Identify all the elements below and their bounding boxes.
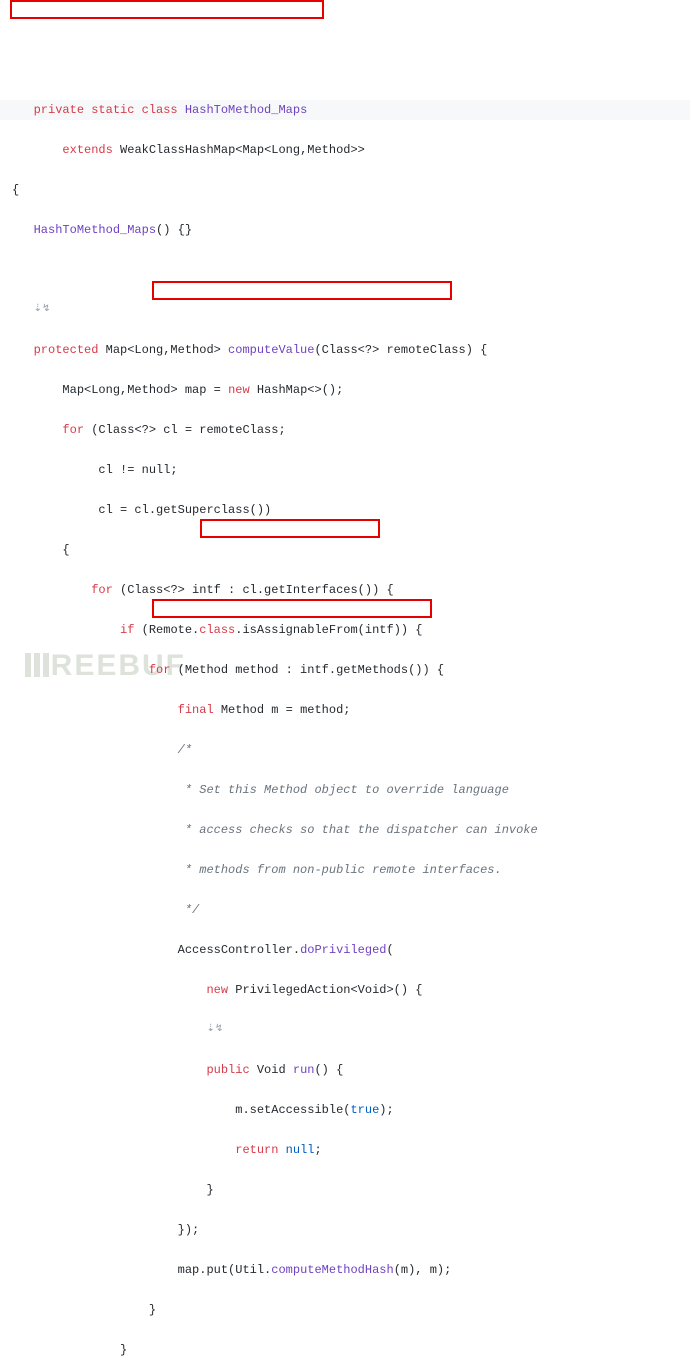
code-line: * Set this Method object to override lan…: [0, 780, 690, 800]
code-line: Map<Long,Method> map = new HashMap<>();: [0, 380, 690, 400]
code-line: for (Method method : intf.getMethods()) …: [0, 660, 690, 680]
keyword: final: [178, 703, 214, 717]
text: );: [379, 1103, 393, 1117]
code-line: });: [0, 1220, 690, 1240]
class-name: HashToMethod_Maps: [185, 103, 307, 117]
code-line: final Method m = method;: [0, 700, 690, 720]
var: map: [185, 383, 207, 397]
text: () {}: [156, 223, 192, 237]
method-call: computeMethodHash: [271, 1263, 393, 1277]
code-line: m.setAccessible(true);: [0, 1100, 690, 1120]
code-line: for (Class<?> intf : cl.getInterfaces())…: [0, 580, 690, 600]
constructor: HashToMethod_Maps: [34, 223, 156, 237]
keyword: private static class: [34, 103, 178, 117]
code-line: cl = cl.getSuperclass()): [0, 500, 690, 520]
code-line: {: [0, 180, 690, 200]
comment: */: [178, 903, 200, 917]
comment: * access checks so that the dispatcher c…: [178, 823, 538, 837]
text: });: [178, 1223, 200, 1237]
brace: }: [149, 1303, 156, 1317]
comment: * Set this Method object to override lan…: [178, 783, 509, 797]
code-line: private static class HashToMethod_Maps: [0, 100, 690, 120]
text: ();: [322, 383, 344, 397]
keyword: for: [91, 583, 113, 597]
code-line: return null;: [0, 1140, 690, 1160]
code-line: * access checks so that the dispatcher c…: [0, 820, 690, 840]
keyword: protected: [34, 343, 99, 357]
type: WeakClassHashMap<Map<Long,Method>>: [120, 143, 365, 157]
keyword: if: [120, 623, 134, 637]
code-line: public Void run() {: [0, 1060, 690, 1080]
text: cl != null;: [98, 463, 177, 477]
keyword: new: [228, 383, 250, 397]
text: m.setAccessible(: [235, 1103, 350, 1117]
code-line: }: [0, 1300, 690, 1320]
text: (Remote.: [134, 623, 199, 637]
text: ;: [314, 1143, 321, 1157]
code-line: {: [0, 540, 690, 560]
method-name: run: [293, 1063, 315, 1077]
type: Map<Long,Method>: [62, 383, 177, 397]
text: (Class<?> intf : cl.getInterfaces()) {: [113, 583, 394, 597]
keyword: public: [206, 1063, 249, 1077]
code-block: private static class HashToMethod_Maps e…: [0, 80, 690, 1362]
literal: null: [278, 1143, 314, 1157]
params: (Class<?> remoteClass) {: [314, 343, 487, 357]
method-name: computeValue: [228, 343, 314, 357]
code-line: /*: [0, 740, 690, 760]
text: Void: [250, 1063, 293, 1077]
code-line: * methods from non-public remote interfa…: [0, 860, 690, 880]
code-line: cl != null;: [0, 460, 690, 480]
code-line: ⇣↯: [0, 1020, 690, 1040]
code-line: */: [0, 900, 690, 920]
text: (: [386, 943, 393, 957]
keyword: extends: [62, 143, 112, 157]
comment: /*: [178, 743, 192, 757]
text: (Class<?> cl = remoteClass;: [84, 423, 286, 437]
keyword: return: [235, 1143, 278, 1157]
text: PrivilegedAction<Void>() {: [228, 983, 422, 997]
literal: true: [350, 1103, 379, 1117]
brace: }: [120, 1343, 127, 1357]
text: (Method method : intf.getMethods()) {: [170, 663, 444, 677]
comment: * methods from non-public remote interfa…: [178, 863, 502, 877]
code-line: ⇣↯: [0, 300, 690, 320]
code-line: }: [0, 1340, 690, 1360]
keyword: for: [149, 663, 171, 677]
code-line: HashToMethod_Maps() {}: [0, 220, 690, 240]
code-line: AccessController.doPrivileged(: [0, 940, 690, 960]
brace: }: [206, 1183, 213, 1197]
text: =: [206, 383, 228, 397]
code-line: [0, 260, 690, 280]
text: map.put(Util.: [178, 1263, 272, 1277]
code-line: }: [0, 1180, 690, 1200]
code-line: for (Class<?> cl = remoteClass;: [0, 420, 690, 440]
code-line: if (Remote.class.isAssignableFrom(intf))…: [0, 620, 690, 640]
code-line: new PrivilegedAction<Void>() {: [0, 980, 690, 1000]
highlight-box-class-declaration: [10, 0, 324, 19]
text: .isAssignableFrom(intf)) {: [235, 623, 422, 637]
return-type: Map<Long,Method>: [106, 343, 221, 357]
text: () {: [314, 1063, 343, 1077]
ctor: HashMap<>: [257, 383, 322, 397]
text: AccessController.: [178, 943, 300, 957]
keyword: class: [199, 623, 235, 637]
method-call: doPrivileged: [300, 943, 386, 957]
code-line: extends WeakClassHashMap<Map<Long,Method…: [0, 140, 690, 160]
keyword: new: [206, 983, 228, 997]
text: cl = cl.getSuperclass()): [98, 503, 271, 517]
text: Method m = method;: [214, 703, 351, 717]
text: (m), m);: [394, 1263, 452, 1277]
keyword: for: [62, 423, 84, 437]
code-line: protected Map<Long,Method> computeValue(…: [0, 340, 690, 360]
override-gutter-icon[interactable]: ⇣↯: [206, 1020, 220, 1040]
override-gutter-icon[interactable]: ⇣↯: [34, 300, 48, 320]
code-line: map.put(Util.computeMethodHash(m), m);: [0, 1260, 690, 1280]
